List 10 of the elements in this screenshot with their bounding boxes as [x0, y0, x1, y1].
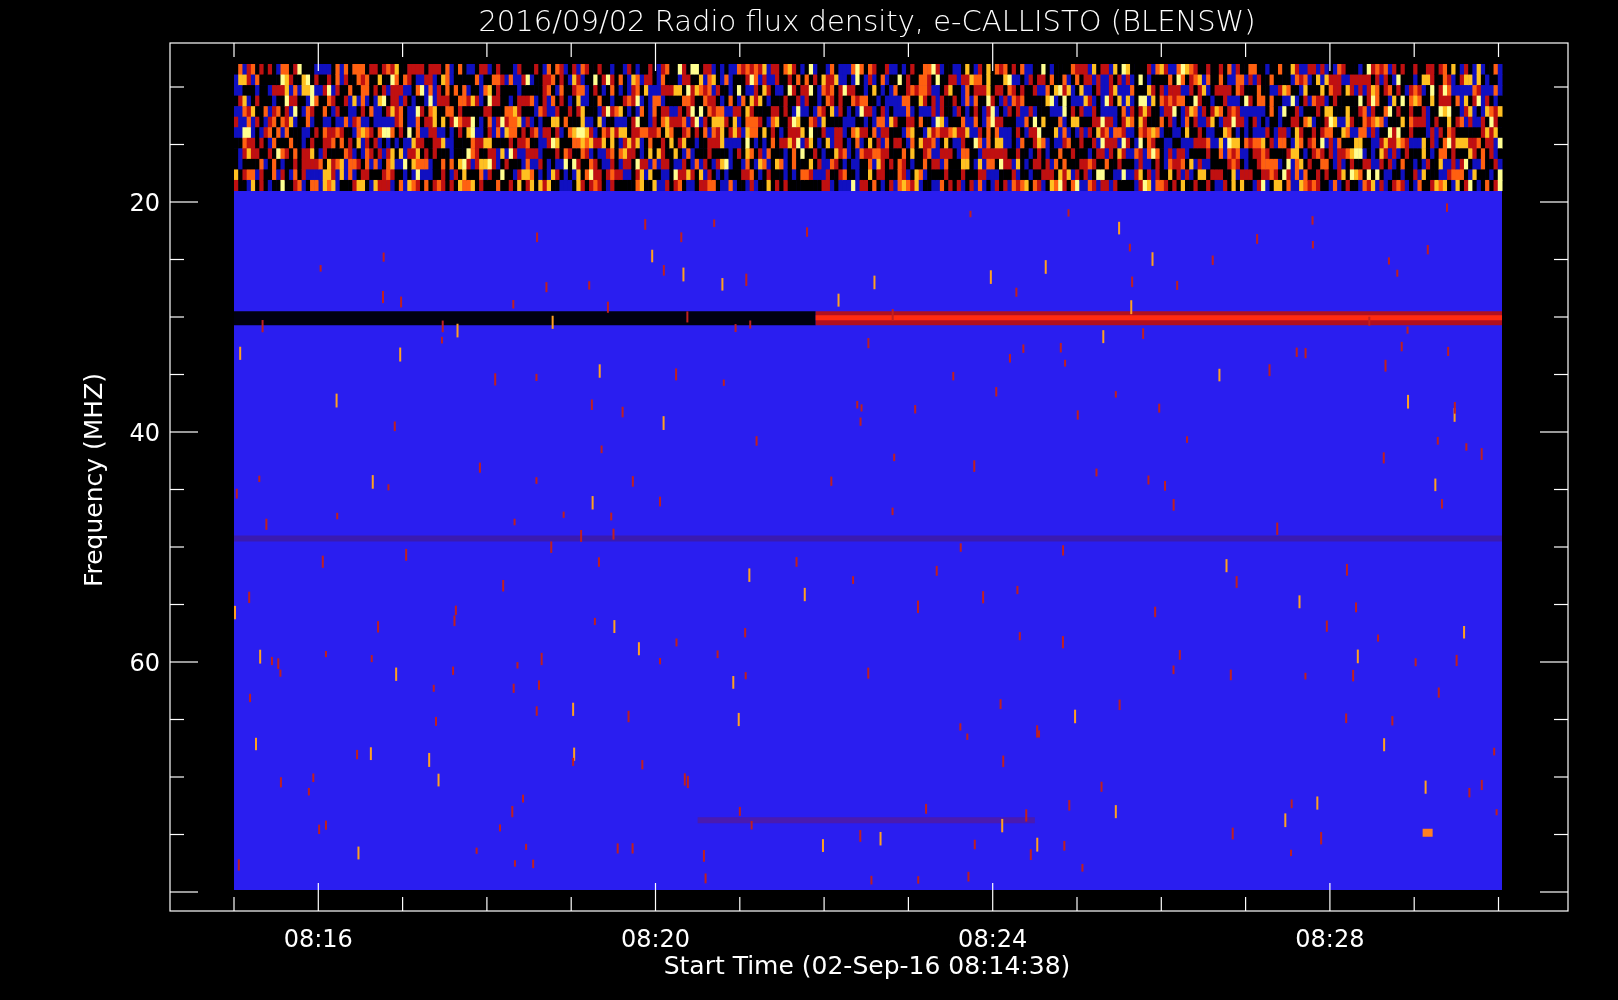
axis-tick-label: 40 — [129, 419, 160, 447]
axis-tick-label: 20 — [129, 189, 160, 217]
axis-tick-label: 08:24 — [958, 925, 1028, 953]
axis-tick-label: 08:16 — [283, 925, 353, 953]
axis-title: Frequency (MHZ) — [79, 372, 108, 588]
chart-title: 2016/09/02 Radio flux density, e-CALLISTO (BLENSW) — [478, 4, 1256, 38]
axis-tick-label: 60 — [129, 649, 160, 677]
axis-tick-label: 08:20 — [620, 925, 691, 953]
axis-title: Start Time (02-Sep-16 08:14:38) — [663, 951, 1071, 980]
axis-tick-label: 08:28 — [1295, 925, 1365, 953]
